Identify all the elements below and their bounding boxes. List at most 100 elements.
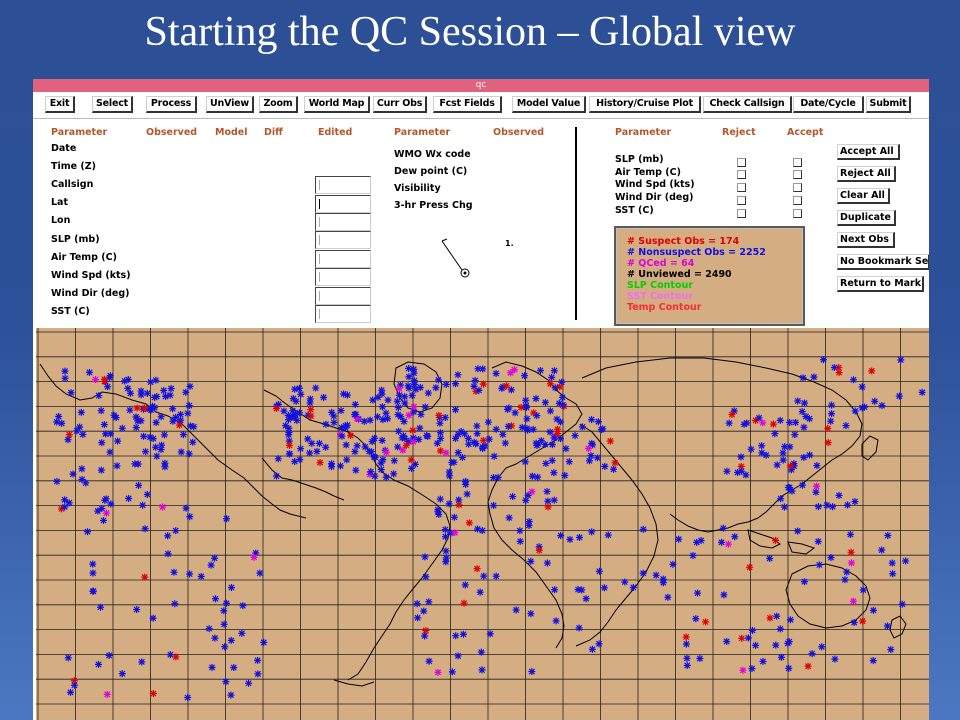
world-map-canvas[interactable] <box>36 328 929 720</box>
return-to-mark-button[interactable]: Return to Mark <box>837 276 924 292</box>
nonsuspect-ob-marker <box>95 392 103 400</box>
nonsuspect-ob-marker <box>79 430 87 438</box>
next-obs-button[interactable]: Next Obs <box>837 232 895 248</box>
accept-air-temp-checkbox[interactable] <box>793 170 802 179</box>
nonsuspect-ob-marker <box>304 435 312 443</box>
history-cruise-plot-button[interactable]: History/Cruise Plot <box>589 96 701 113</box>
accept-slp-checkbox[interactable] <box>793 158 802 167</box>
accept-sst-checkbox[interactable] <box>793 209 802 218</box>
obs-row-label: Lon <box>51 215 71 226</box>
accept-all-button[interactable]: Accept All <box>837 144 900 160</box>
process-button[interactable]: Process <box>146 96 197 113</box>
submit-button[interactable]: Submit <box>866 96 911 113</box>
nonsuspect-ob-marker <box>805 415 813 423</box>
nonsuspect-ob-marker <box>260 638 268 646</box>
qc-window: qc Exit Select Process UnView Zoom World… <box>33 79 929 720</box>
nonsuspect-ob-marker <box>777 653 785 661</box>
fcst-fields-button[interactable]: Fcst Fields <box>433 96 502 113</box>
reject-wind-spd-checkbox[interactable] <box>737 183 746 192</box>
nonsuspect-ob-marker <box>772 641 780 649</box>
nonsuspect-ob-marker <box>410 369 418 377</box>
suspect-ob-marker <box>746 563 754 571</box>
obs-row-label: Callsign <box>51 179 94 190</box>
clear-all-button[interactable]: Clear All <box>837 188 890 204</box>
suspect-ob-marker <box>316 459 324 467</box>
edited-wind-dir-field[interactable] <box>315 287 371 305</box>
nonsuspect-ob-marker <box>96 603 104 611</box>
edited-wind-spd-field[interactable] <box>315 268 371 286</box>
nonsuspect-ob-marker <box>694 589 702 597</box>
nonsuspect-ob-marker <box>222 678 230 686</box>
nonsuspect-ob-marker <box>639 569 647 577</box>
unview-button[interactable]: UnView <box>206 96 254 113</box>
no-bookmark-set-button[interactable]: No Bookmark Se <box>837 254 929 270</box>
suspect-ob-marker <box>460 599 468 607</box>
ra-row-label: Air Temp (C) <box>615 167 681 178</box>
zoom-button[interactable]: Zoom <box>259 96 298 113</box>
nonsuspect-ob-marker <box>541 441 549 449</box>
nonsuspect-ob-marker <box>725 419 733 427</box>
nonsuspect-ob-marker <box>532 395 540 403</box>
nonsuspect-ob-marker <box>395 427 403 435</box>
nonsuspect-ob-marker <box>408 391 416 399</box>
nonsuspect-ob-marker <box>462 477 470 485</box>
nonsuspect-ob-marker <box>64 654 72 662</box>
edited-air-temp-field[interactable] <box>315 250 371 268</box>
nonsuspect-ob-marker <box>378 436 386 444</box>
select-button[interactable]: Select <box>92 96 133 113</box>
coastline-africa-east <box>575 423 659 647</box>
reject-air-temp-checkbox[interactable] <box>737 170 746 179</box>
nonsuspect-ob-marker <box>106 448 114 456</box>
model-value-button[interactable]: Model Value <box>512 96 586 113</box>
nonsuspect-ob-marker <box>442 380 450 388</box>
nonsuspect-ob-marker <box>548 441 556 449</box>
coastline-antarctic <box>333 679 375 687</box>
accept-wind-spd-checkbox[interactable] <box>793 183 802 192</box>
edited-lon-field[interactable] <box>315 213 371 231</box>
date-cycle-button[interactable]: Date/Cycle <box>793 96 864 113</box>
edited-lat-field[interactable] <box>315 195 371 213</box>
nonsuspect-ob-marker <box>788 487 796 495</box>
edited-slp-field[interactable] <box>315 231 371 249</box>
exit-button[interactable]: Exit <box>45 96 75 113</box>
nonsuspect-ob-marker <box>118 670 126 678</box>
edited-callsign-field[interactable] <box>315 176 371 194</box>
curr-obs-button[interactable]: Curr Obs <box>373 96 427 113</box>
nonsuspect-ob-marker <box>601 462 609 470</box>
suspect-ob-marker <box>868 367 876 375</box>
nonsuspect-ob-marker <box>352 410 360 418</box>
nonsuspect-ob-marker <box>291 385 299 393</box>
accept-wind-dir-checkbox[interactable] <box>793 196 802 205</box>
world-map-button[interactable]: World Map <box>304 96 370 113</box>
world-map[interactable] <box>36 328 929 720</box>
nonsuspect-ob-marker <box>53 418 61 426</box>
nonsuspect-ob-marker <box>393 397 401 405</box>
edited-sst-field[interactable] <box>315 305 371 323</box>
reject-all-button[interactable]: Reject All <box>837 166 896 182</box>
nonsuspect-ob-marker <box>813 462 821 470</box>
obs-row-label: Date <box>51 143 77 154</box>
ra-row-label: SLP (mb) <box>615 154 664 165</box>
check-callsign-button[interactable]: Check Callsign <box>703 96 792 113</box>
nonsuspect-ob-marker <box>869 606 877 614</box>
nonsuspect-ob-marker <box>435 510 443 518</box>
nonsuspect-ob-marker <box>132 424 140 432</box>
qced-ob-marker <box>849 597 857 605</box>
nonsuspect-ob-marker <box>378 386 386 394</box>
nonsuspect-ob-marker <box>835 491 843 499</box>
nonsuspect-ob-marker <box>371 453 379 461</box>
suspect-ob-marker <box>100 375 108 383</box>
reject-slp-checkbox[interactable] <box>737 158 746 167</box>
nonsuspect-ob-marker <box>390 470 398 478</box>
nonsuspect-ob-marker <box>559 401 567 409</box>
nonsuspect-ob-marker <box>527 557 535 565</box>
duplicate-button[interactable]: Duplicate <box>837 210 896 226</box>
reject-sst-checkbox[interactable] <box>737 209 746 218</box>
reject-wind-dir-checkbox[interactable] <box>737 196 746 205</box>
nonsuspect-ob-marker <box>779 449 787 457</box>
obs-row-label: Lat <box>51 197 69 208</box>
nonsuspect-ob-marker <box>330 419 338 427</box>
nonsuspect-ob-marker <box>184 694 192 702</box>
toolbar: Exit Select Process UnView Zoom World Ma… <box>33 92 929 118</box>
nonsuspect-ob-marker <box>827 417 835 425</box>
